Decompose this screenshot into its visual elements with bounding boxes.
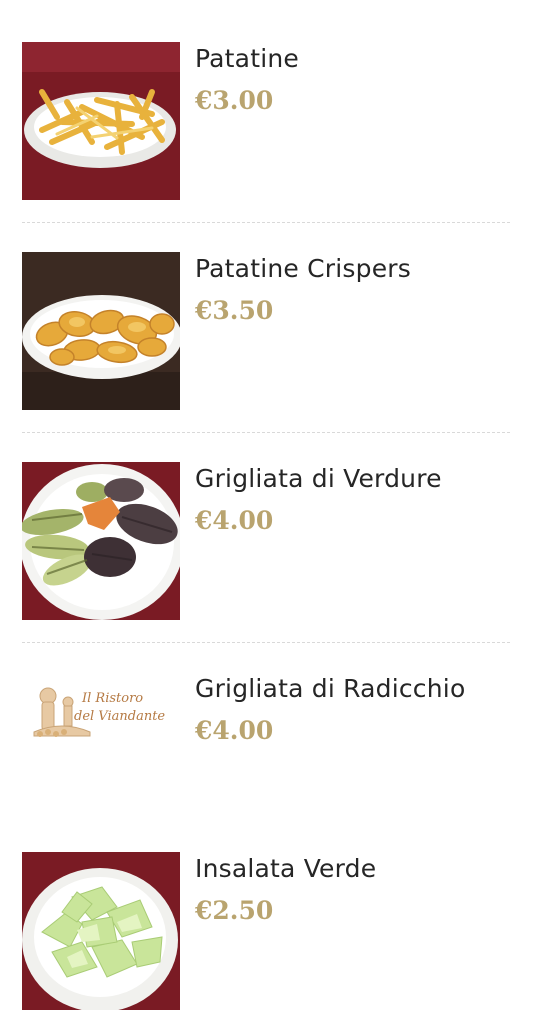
divider — [22, 642, 510, 643]
item-price: €4.00 — [195, 716, 274, 745]
item-name: Grigliata di Verdure — [195, 464, 442, 493]
grilled-vegetables-photo[interactable] — [22, 462, 180, 620]
item-name: Patatine Crispers — [195, 254, 411, 283]
logo-text-line1: Il Ristoro — [81, 691, 143, 706]
item-price: €3.00 — [195, 86, 274, 115]
item-name: Insalata Verde — [195, 854, 377, 883]
item-price: €4.00 — [195, 506, 274, 535]
item-price: €2.50 — [195, 896, 274, 925]
item-name: Grigliata di Radicchio — [195, 674, 466, 703]
fries-photo[interactable] — [22, 42, 180, 200]
green-salad-photo[interactable] — [22, 852, 180, 1010]
item-name: Patatine — [195, 44, 299, 73]
divider — [22, 222, 510, 223]
crispers-photo[interactable] — [22, 252, 180, 410]
restaurant-logo[interactable]: Il Ristoro del Viandante — [22, 672, 180, 830]
item-price: €3.50 — [195, 296, 274, 325]
divider — [22, 432, 510, 433]
logo-text-line2: del Viandante — [74, 709, 165, 724]
